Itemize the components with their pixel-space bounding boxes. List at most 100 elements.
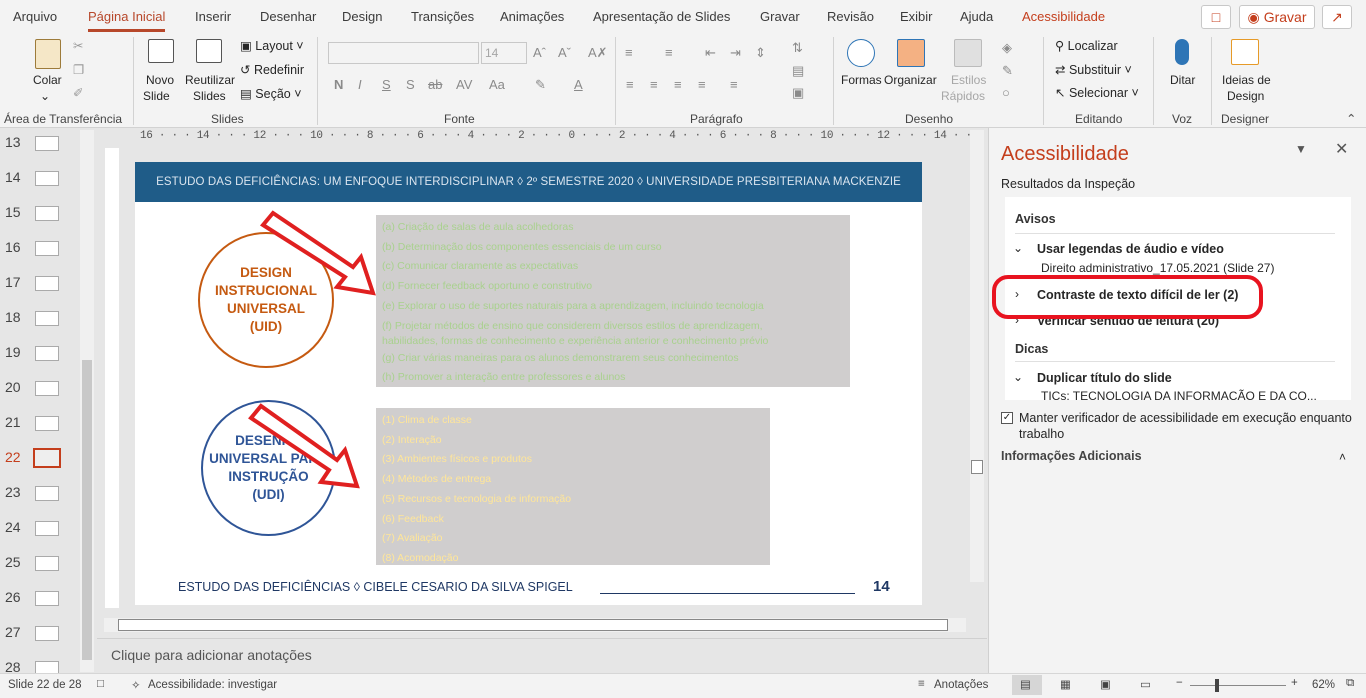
keep-running-checkbox[interactable]: ✓ (1001, 412, 1013, 424)
arrange-button[interactable]: Organizar (884, 72, 937, 88)
find-button[interactable]: ⚲ Localizar (1055, 38, 1118, 53)
zoom-slider[interactable] (1190, 685, 1286, 686)
tab-inserir[interactable]: Inserir (195, 9, 231, 24)
accessibility-status[interactable]: Acessibilidade: investigar (148, 679, 277, 691)
zoom-level[interactable]: 62% (1312, 679, 1335, 691)
slide-thumbnail[interactable] (35, 136, 59, 151)
bullets-icon[interactable]: ≡ (625, 45, 633, 60)
notes-button[interactable]: Anotações (934, 679, 988, 691)
line-spacing-icon[interactable]: ⇕ (755, 45, 766, 61)
tab-animacoes[interactable]: Animações (500, 9, 564, 24)
shapes-button[interactable]: Formas (841, 72, 882, 88)
slide-thumbnail[interactable] (35, 171, 59, 186)
share-button[interactable]: ↗ (1322, 5, 1352, 29)
replace-button[interactable]: ⇄ Substituir ˅ (1055, 62, 1132, 77)
result-item-captions[interactable]: Usar legendas de áudio e vídeo (1037, 242, 1224, 256)
spelling-icon[interactable]: □ (97, 678, 104, 690)
thumbnail-number[interactable]: 26 (5, 589, 21, 605)
slide-thumbnail[interactable] (35, 591, 59, 606)
chevron-up-icon[interactable]: ˄ (1339, 450, 1346, 464)
result-subitem[interactable]: Direito administrativo_17.05.2021 (Slide… (1041, 261, 1274, 275)
zoom-out-icon[interactable]: − (1176, 677, 1183, 689)
shrink-font-icon[interactable]: Aˇ (558, 45, 571, 60)
accessibility-icon[interactable]: ✧ (131, 678, 141, 692)
columns-icon[interactable]: ≡ (730, 77, 738, 92)
thumbnail-number[interactable]: 21 (5, 414, 21, 430)
slide-thumbnail[interactable] (35, 626, 59, 641)
scroll-thumb[interactable] (971, 460, 983, 474)
notes-icon[interactable]: ≡ (918, 678, 925, 690)
collapse-ribbon-icon[interactable]: ⌃ (1346, 111, 1356, 126)
slide-thumbnail[interactable] (35, 206, 59, 221)
result-subitem[interactable]: TICs: TECNOLOGIA DA INFORMAÇÃO E DA CO..… (1041, 389, 1317, 400)
thumbnails-scrollbar[interactable] (80, 130, 94, 672)
font-color-icon[interactable]: A (574, 77, 583, 92)
slide-thumbnail[interactable] (35, 311, 59, 326)
copy-icon[interactable]: ❐ (73, 62, 84, 77)
tab-pagina-inicial[interactable]: Página Inicial (88, 9, 166, 32)
tab-desenhar[interactable]: Desenhar (260, 9, 316, 24)
tab-design[interactable]: Design (342, 9, 382, 24)
thumbnail-number[interactable]: 27 (5, 624, 21, 640)
underline-icon[interactable]: S (382, 77, 391, 92)
more-info-header[interactable]: Informações Adicionais (1001, 449, 1142, 463)
chevron-down-icon[interactable]: ⌄ (1013, 241, 1023, 255)
cut-icon[interactable]: ✂ (73, 38, 83, 53)
fit-to-window-icon[interactable]: ⧉ (1346, 677, 1354, 690)
smartart-icon[interactable]: ▣ (792, 85, 804, 101)
italic-icon[interactable]: I (358, 77, 362, 92)
shape-outline-icon[interactable]: ✎ (1002, 63, 1013, 79)
pane-options-icon[interactable]: ▼ (1295, 142, 1307, 156)
decrease-indent-icon[interactable]: ⇤ (705, 45, 716, 61)
reuse-slides-button[interactable]: Slides (193, 88, 226, 104)
thumbnail-number[interactable]: 20 (5, 379, 21, 395)
tab-acessibilidade[interactable]: Acessibilidade (1022, 9, 1105, 24)
shadow-icon[interactable]: S (406, 77, 415, 92)
tab-gravar[interactable]: Gravar (760, 9, 800, 24)
thumbnail-number[interactable]: 15 (5, 204, 21, 220)
thumbnail-number[interactable]: 14 (5, 169, 21, 185)
record-button[interactable]: ◉ Gravar (1239, 5, 1315, 29)
thumbnail-number[interactable]: 17 (5, 274, 21, 290)
justify-icon[interactable]: ≡ (698, 77, 706, 92)
slide-thumbnail[interactable] (35, 346, 59, 361)
change-case-icon[interactable]: Aa (489, 77, 505, 92)
slide[interactable]: ESTUDO DAS DEFICIÊNCIAS: UM ENFOQUE INTE… (135, 162, 922, 605)
slide-thumbnail[interactable] (33, 448, 61, 468)
align-text-icon[interactable]: ▤ (792, 63, 804, 79)
thumbnail-number[interactable]: 25 (5, 554, 21, 570)
select-button[interactable]: ↖ Selecionar ˅ (1055, 85, 1139, 100)
font-size-select[interactable]: 14 (481, 42, 527, 64)
quick-styles-label-1[interactable]: Estilos (951, 72, 986, 88)
thumbnail-number[interactable]: 22 (5, 449, 21, 465)
tab-revisao[interactable]: Revisão (827, 9, 874, 24)
slideshow-icon[interactable]: ▭ (1140, 677, 1151, 691)
format-painter-icon[interactable]: ✐ (73, 85, 83, 100)
quick-styles-button[interactable]: Rápidos (941, 88, 985, 104)
thumbnail-number[interactable]: 13 (5, 134, 21, 150)
scroll-thumb[interactable] (82, 360, 92, 660)
slide-thumbnail[interactable] (35, 381, 59, 396)
scroll-thumb[interactable] (118, 619, 948, 631)
font-name-select[interactable] (328, 42, 479, 64)
uid-principles-list[interactable]: (a) Criação de salas de aula acolhedoras… (376, 215, 850, 387)
slide-thumbnail[interactable] (35, 416, 59, 431)
design-ideas-button[interactable]: Design (1227, 88, 1264, 104)
zoom-slider-thumb[interactable] (1215, 679, 1219, 692)
shape-fill-icon[interactable]: ◈ (1002, 40, 1012, 56)
design-ideas-label-1[interactable]: Ideias de (1222, 72, 1271, 88)
reset-button[interactable]: ↺ Redefinir (240, 62, 304, 77)
notes-area[interactable]: Clique para adicionar anotações (97, 638, 987, 673)
section-button[interactable]: ▤ Seção ˅ (240, 86, 302, 101)
thumbnail-number[interactable]: 18 (5, 309, 21, 325)
text-direction-icon[interactable]: ⇅ (792, 40, 803, 56)
chevron-down-icon[interactable]: ⌄ (1013, 370, 1023, 384)
strikethrough-icon[interactable]: ab (428, 77, 442, 92)
tab-exibir[interactable]: Exibir (900, 9, 933, 24)
tab-transicoes[interactable]: Transições (411, 9, 474, 24)
canvas-vertical-scrollbar[interactable] (970, 130, 984, 582)
comments-button[interactable]: □ (1201, 5, 1231, 29)
clear-format-icon[interactable]: A✗ (588, 45, 608, 61)
grow-font-icon[interactable]: Aˆ (533, 45, 546, 60)
result-item-duplicate-title[interactable]: Duplicar título do slide (1037, 371, 1172, 385)
